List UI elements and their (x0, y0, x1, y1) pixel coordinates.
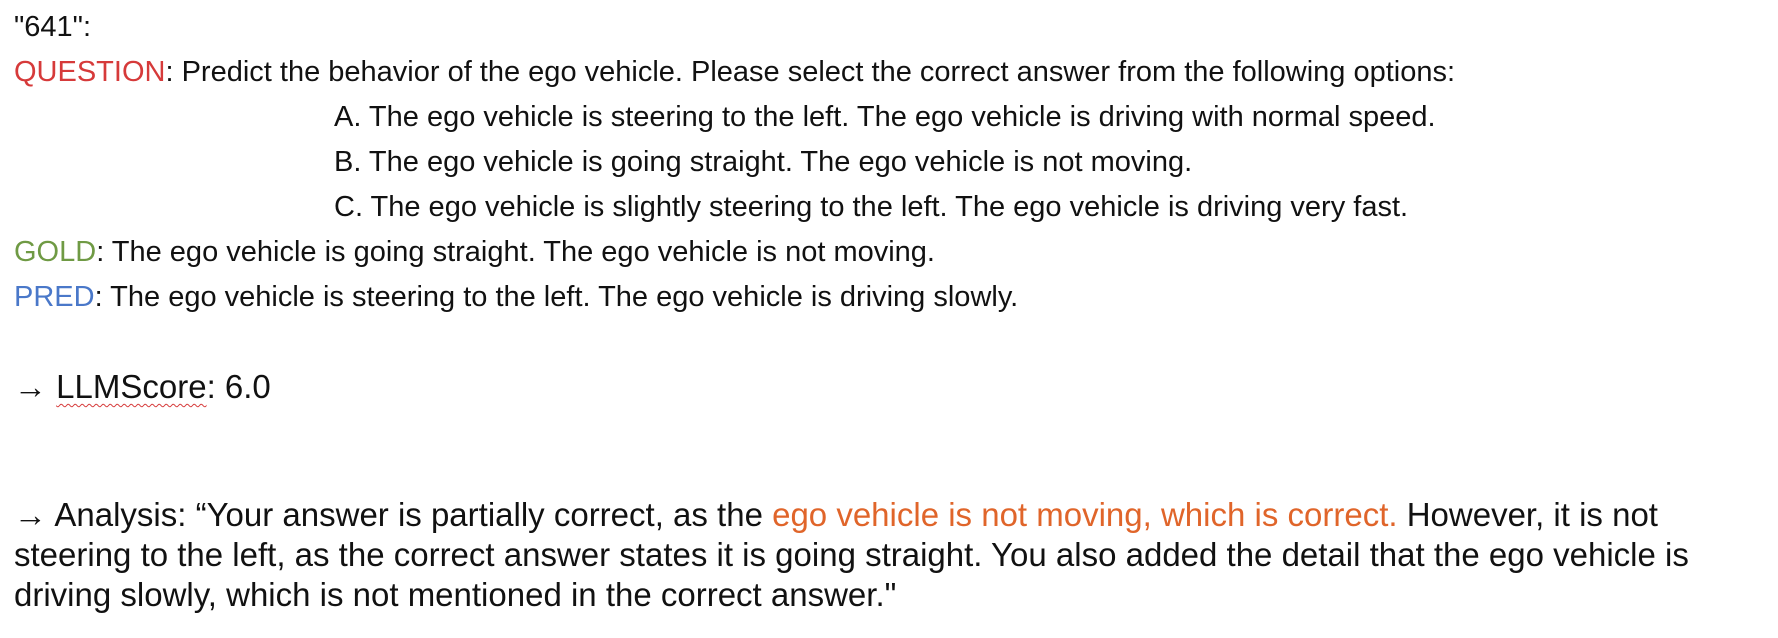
pred-label: PRED (14, 281, 95, 313)
question-label: QUESTION (14, 56, 166, 88)
gold-label: GOLD (14, 236, 97, 268)
question-text: : Predict the behavior of the ego vehicl… (165, 56, 1456, 88)
llm-score-line: → LLMScore: 6.0 (14, 367, 271, 407)
arrow-icon: → (14, 368, 57, 405)
option-a: A. The ego vehicle is steering to the le… (334, 101, 1436, 133)
llm-score-label: LLMScore (56, 368, 207, 405)
pred-text: : The ego vehicle is steering to the lef… (94, 281, 1019, 313)
analysis-paragraph: → Analysis: “Your answer is partially co… (14, 495, 1764, 615)
gold-line: GOLD: The ego vehicle is going straight.… (14, 235, 935, 269)
llm-score-value: : 6.0 (206, 368, 271, 405)
option-b: B. The ego vehicle is going straight. Th… (334, 146, 1193, 178)
arrow-icon: → (14, 496, 55, 533)
analysis-highlight: ego vehicle is not moving, which is corr… (772, 496, 1398, 533)
analysis-prefix: Analysis: “Your answer is partially corr… (54, 496, 773, 533)
pred-line: PRED: The ego vehicle is steering to the… (14, 280, 1018, 314)
question-line: QUESTION: Predict the behavior of the eg… (14, 55, 1455, 89)
record-id: "641": (14, 11, 92, 43)
option-c: C. The ego vehicle is slightly steering … (334, 191, 1409, 223)
gold-text: : The ego vehicle is going straight. The… (96, 236, 935, 268)
